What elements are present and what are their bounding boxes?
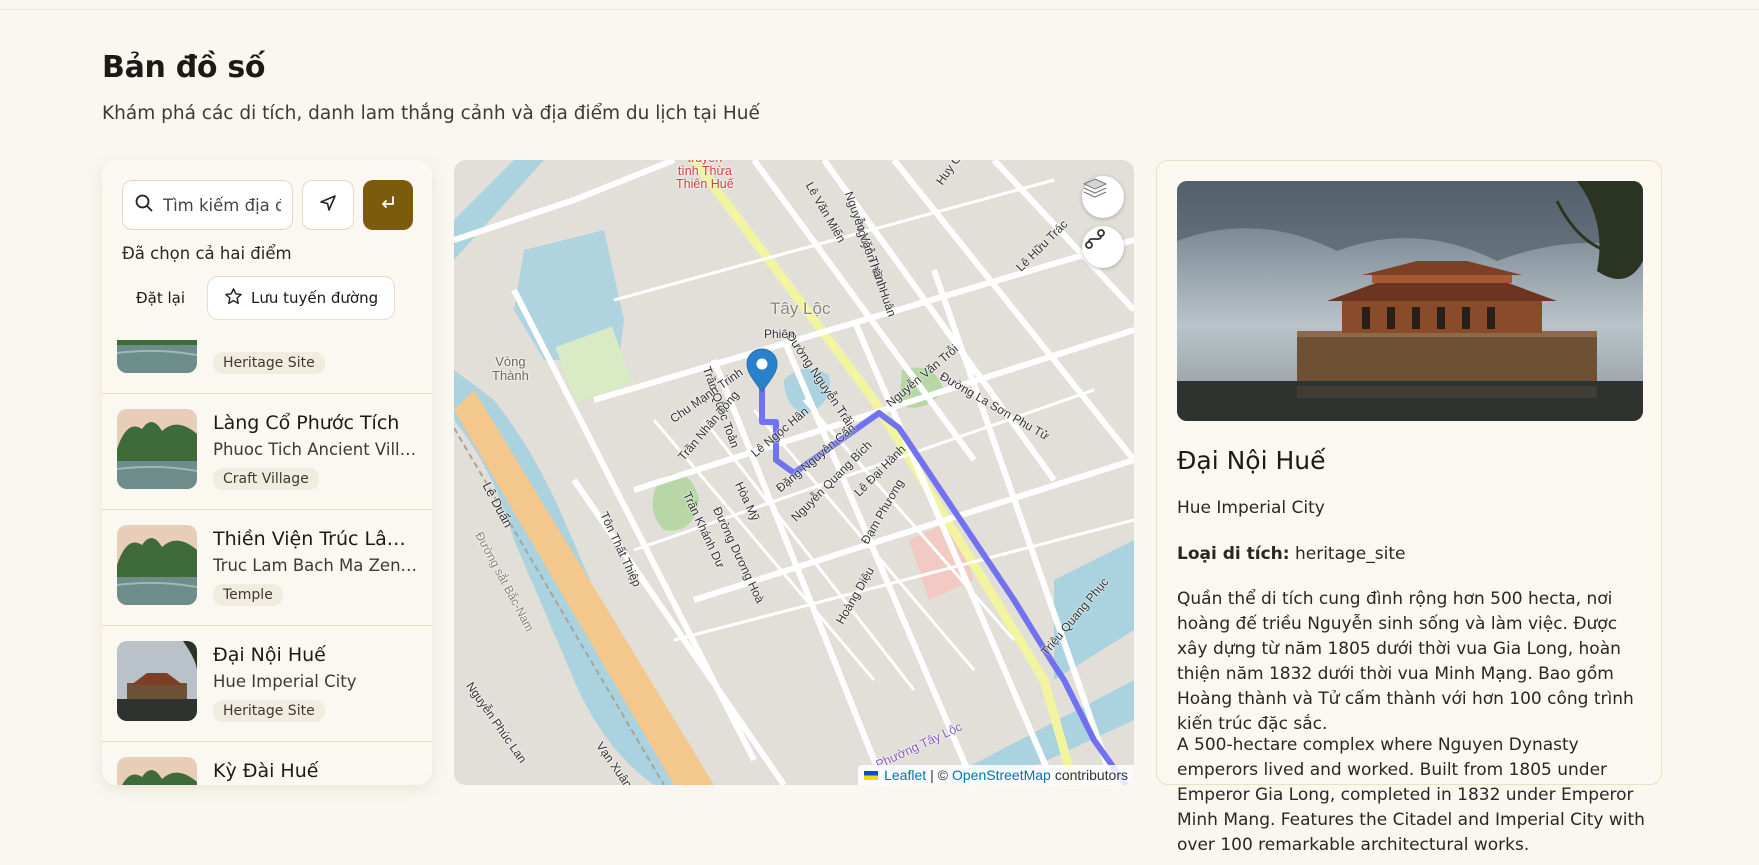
place-thumbnail (117, 340, 197, 373)
category-badge: Temple (213, 584, 283, 606)
place-description-en: A 500-hectare complex where Nguyen Dynas… (1177, 735, 1645, 855)
attribution-contributors: contributors (1054, 767, 1128, 783)
page-title: Bản đồ số (102, 50, 266, 85)
layers-control[interactable] (1082, 176, 1124, 218)
top-divider (0, 9, 1759, 10)
route-map[interactable]: Tây LộcVòng ThànhLê Duẩntruyền tình Thừa… (454, 160, 1134, 785)
place-title: Kỳ Đài Huế (213, 760, 319, 782)
map-tiles (454, 160, 1134, 785)
enter-icon (378, 193, 398, 217)
place-title: Thiền Viện Trúc Lâm Bạch Mã (213, 528, 418, 550)
locate-button[interactable] (302, 180, 354, 230)
place-list-item[interactable]: Làng Cổ Phước Tích Phuoc Tich Ancient Vil… (102, 393, 432, 509)
place-title: Làng Cổ Phước Tích (213, 412, 400, 434)
place-list-item[interactable]: Đại Nội Huế Hue Imperial City Heritage Sit… (102, 625, 432, 741)
star-icon (224, 287, 243, 310)
map-attribution: Leaflet | © OpenStreetMap contributors (858, 765, 1134, 785)
place-name: Đại Nội Huế (1177, 446, 1326, 475)
place-photo (1177, 181, 1643, 421)
place-list-item[interactable]: Thiền Viện Trúc Lâm Bạch Mã Truc Lam Bach… (102, 509, 432, 625)
confirm-route-button[interactable] (363, 180, 413, 230)
save-route-button[interactable]: Lưu tuyến đường (207, 276, 396, 320)
osm-link[interactable]: OpenStreetMap (952, 767, 1051, 783)
navigation-arrow-icon (318, 193, 338, 217)
category-badge: Heritage Site (213, 700, 325, 722)
place-thumbnail (117, 409, 197, 489)
place-thumbnail (117, 525, 197, 605)
attribution-separator: | © (930, 767, 948, 783)
place-english-name: Hue Imperial City (1177, 498, 1325, 518)
place-description-vi: Quần thể di tích cung đình rộng hơn 500 … (1177, 589, 1634, 734)
place-list-item[interactable]: Heritage Site (102, 340, 432, 393)
place-type-value: heritage_site (1294, 544, 1406, 564)
leaflet-link[interactable]: Leaflet (884, 767, 926, 783)
reset-button[interactable]: Đặt lại (122, 276, 199, 320)
place-type-label: Loại di tích: (1177, 544, 1290, 564)
route-controls: Đã chọn cả hai điểm Đặt lại Lưu tuyến đư… (102, 160, 432, 340)
route-status: Đã chọn cả hai điểm (122, 244, 292, 263)
search-input[interactable] (163, 195, 281, 215)
place-title: Đại Nội Huế (213, 644, 326, 666)
search-box[interactable] (122, 180, 293, 230)
place-subtitle: Hue Imperial City (213, 672, 357, 691)
places-panel: Đã chọn cả hai điểm Đặt lại Lưu tuyến đư… (102, 160, 432, 785)
place-list-item[interactable]: Kỳ Đài HuếKy Dai Flag Tower (102, 741, 432, 785)
places-list[interactable]: Heritage Site Làng Cổ Phước Tích Phuoc Tic… (102, 340, 432, 785)
page-subtitle: Khám phá các di tích, danh lam thắng cản… (102, 103, 760, 124)
save-route-label: Lưu tuyến đường (251, 289, 379, 307)
search-icon (135, 194, 153, 216)
place-subtitle: Truc Lam Bach Ma Zen Monastery (213, 556, 418, 575)
category-badge: Craft Village (213, 468, 319, 490)
route-toggle-control[interactable] (1082, 226, 1124, 268)
place-detail-panel: Đại Nội Huế Hue Imperial City Loại di tí… (1156, 160, 1662, 855)
place-thumbnail (117, 641, 197, 721)
place-subtitle: Phuoc Tich Ancient Village (213, 440, 418, 459)
place-type: Loại di tích: heritage_site (1177, 544, 1405, 564)
ukraine-flag-icon (864, 770, 879, 780)
category-badge: Heritage Site (213, 352, 325, 374)
place-thumbnail (117, 757, 197, 785)
